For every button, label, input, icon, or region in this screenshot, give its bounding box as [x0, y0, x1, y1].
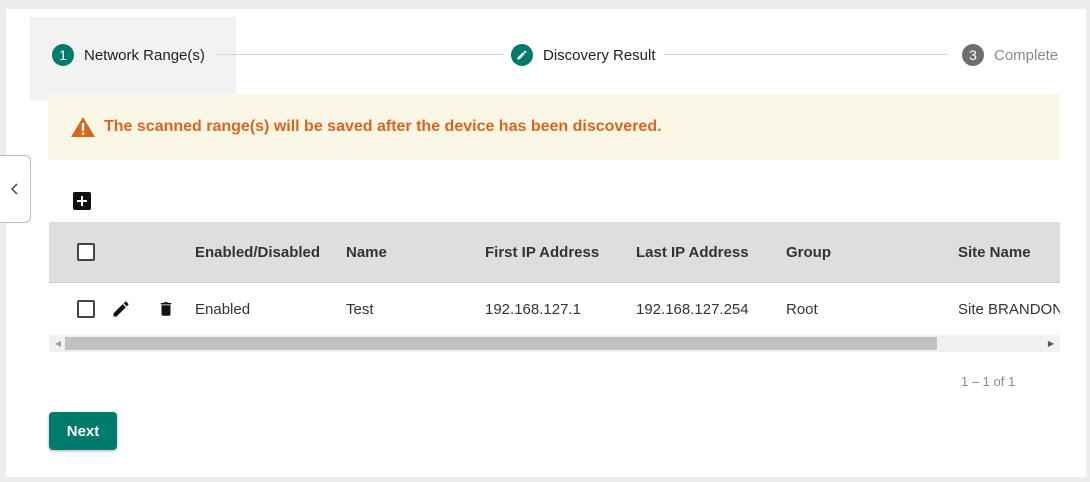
- scroll-right-arrow-icon[interactable]: ▶: [1044, 335, 1058, 352]
- discovery-wizard-panel: 1 Network Range(s) Discovery Result 3 Co…: [6, 9, 1086, 477]
- delete-icon[interactable]: [157, 283, 175, 335]
- cell-name: Test: [346, 300, 374, 318]
- paginator-range-label: 1 – 1 of 1: [961, 374, 1016, 389]
- scrollbar-thumb[interactable]: [65, 337, 937, 350]
- pencil-icon: [511, 44, 533, 66]
- warning-triangle-icon: [71, 117, 95, 137]
- wizard-stepper: 1 Network Range(s) Discovery Result 3 Co…: [6, 9, 1086, 101]
- step-3-label: Complete: [994, 46, 1059, 64]
- row-select-cell: [77, 283, 95, 335]
- cell-enabled: Enabled: [195, 300, 251, 318]
- column-header-enabled[interactable]: Enabled/Disabled: [195, 222, 320, 282]
- step-network-ranges[interactable]: 1 Network Range(s): [52, 43, 205, 67]
- column-header-site-name[interactable]: Site Name: [958, 222, 1031, 282]
- row-checkbox[interactable]: [77, 300, 95, 318]
- network-range-table: Enabled/Disabled Name First IP Address L…: [49, 222, 1060, 352]
- next-button[interactable]: Next: [49, 412, 117, 450]
- warning-banner: The scanned range(s) will be saved after…: [48, 94, 1060, 160]
- column-header-group[interactable]: Group: [786, 222, 831, 282]
- column-header-last-ip[interactable]: Last IP Address: [636, 222, 749, 282]
- step-3-number: 3: [962, 44, 984, 66]
- step-2-label: Discovery Result: [543, 46, 656, 64]
- warning-text: The scanned range(s) will be saved after…: [104, 118, 662, 135]
- table-row: Enabled Test 192.168.127.1 192.168.127.2…: [49, 283, 1060, 335]
- column-header-name[interactable]: Name: [346, 222, 387, 282]
- step-complete[interactable]: 3 Complete: [962, 43, 1058, 67]
- step-1-number: 1: [52, 44, 74, 66]
- stepper-connector-2: [664, 54, 948, 55]
- cell-group: Root: [786, 300, 818, 318]
- step-discovery-result[interactable]: Discovery Result: [511, 43, 656, 67]
- table-header-row: Enabled/Disabled Name First IP Address L…: [49, 222, 1060, 283]
- cell-last-ip: 192.168.127.254: [636, 300, 749, 318]
- column-header-first-ip[interactable]: First IP Address: [485, 222, 599, 282]
- select-all-cell: [77, 222, 95, 282]
- horizontal-scrollbar[interactable]: ◀ ▶: [49, 335, 1060, 352]
- scroll-left-arrow-icon[interactable]: ◀: [51, 335, 65, 352]
- edit-icon[interactable]: [111, 283, 131, 335]
- collapse-sidebar-button[interactable]: [0, 155, 31, 223]
- select-all-checkbox[interactable]: [77, 243, 95, 261]
- cell-first-ip: 192.168.127.1: [485, 300, 581, 318]
- step-1-label: Network Range(s): [84, 46, 205, 64]
- chevron-left-icon: [10, 183, 18, 195]
- stepper-connector-1: [215, 54, 503, 55]
- plus-square-icon[interactable]: [73, 192, 91, 210]
- cell-site-name: Site BRANDONY: [958, 300, 1060, 318]
